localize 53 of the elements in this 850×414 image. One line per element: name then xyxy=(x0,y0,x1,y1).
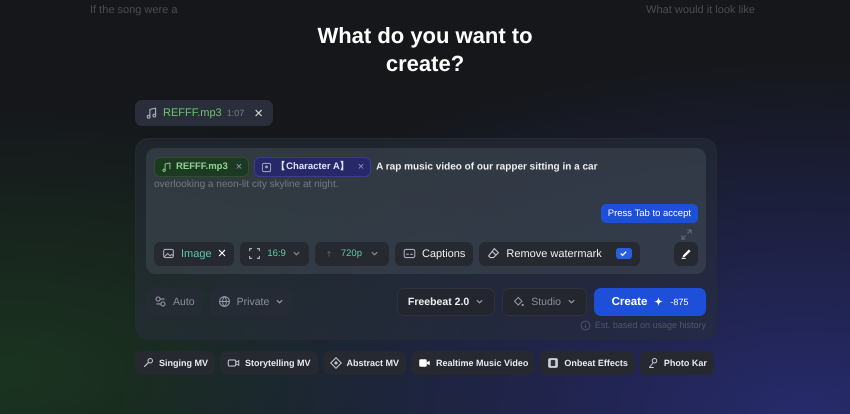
option-button[interactable]: Image × xyxy=(154,242,234,266)
template-chip[interactable]: Storytelling MV xyxy=(220,350,318,375)
globe-icon xyxy=(218,295,231,308)
create-button[interactable]: Create -875 xyxy=(594,288,706,316)
diamond-icon xyxy=(513,296,526,308)
chevron-down-icon xyxy=(275,297,284,306)
option-button[interactable]: 16:9 xyxy=(240,242,309,266)
remove-button[interactable]: × xyxy=(249,106,263,120)
captions-icon xyxy=(402,247,416,260)
edit-button[interactable] xyxy=(674,242,698,266)
portrait-icon xyxy=(261,162,272,172)
template-chip[interactable]: Photo Kar xyxy=(640,350,714,375)
template-chip[interactable]: Abstract MV xyxy=(322,350,406,375)
checkbox[interactable] xyxy=(616,248,632,260)
pen-icon xyxy=(680,247,692,260)
template-chip[interactable]: Singing MV xyxy=(135,350,215,375)
setting-button[interactable]: Private xyxy=(210,288,292,316)
option-button[interactable]: Remove watermark xyxy=(479,242,640,266)
film-icon xyxy=(547,356,560,369)
chevron-down-icon xyxy=(475,297,484,306)
option-button[interactable]: Captions xyxy=(394,242,474,266)
music-note-icon xyxy=(145,106,158,120)
chevron-down-icon xyxy=(370,249,379,258)
dropdown-button[interactable]: Freebeat 2.0 xyxy=(396,288,496,316)
template-chip[interactable]: Realtime Music Video xyxy=(411,350,536,375)
dropdown-button[interactable]: Studio xyxy=(502,288,587,316)
sliders-icon xyxy=(154,295,167,308)
tag-remove-button[interactable]: × xyxy=(354,162,364,172)
prompt-tag: REFFF.mp3 × xyxy=(154,157,250,177)
video-camera-icon xyxy=(227,356,240,369)
file-duration: 1:07 xyxy=(226,108,244,118)
option-button[interactable]: 720p xyxy=(314,242,389,266)
eraser-icon xyxy=(487,247,500,260)
chevron-down-icon xyxy=(567,297,576,306)
tag-remove-button[interactable]: × xyxy=(232,162,242,172)
image-icon xyxy=(162,247,175,260)
prompt-tag: 【Character A】 × xyxy=(254,157,372,177)
check-icon xyxy=(619,249,628,258)
template-chip[interactable]: Onbeat Effects xyxy=(540,350,635,375)
setting-button[interactable]: Auto xyxy=(146,288,203,316)
suggestion-text: overlooking a neon-lit city skyline at night. xyxy=(154,178,339,190)
sparkle-icon xyxy=(653,296,664,308)
info-icon xyxy=(580,320,591,331)
video-camera-icon xyxy=(418,356,432,369)
prompt-text: A rap music video of our rapper sitting in a car xyxy=(376,162,598,173)
page-title: What do you want to create? xyxy=(316,22,534,78)
arrow-up-icon xyxy=(324,248,333,259)
chevron-down-icon xyxy=(292,249,301,258)
diamond-icon xyxy=(330,356,342,369)
tab-hint-badge: Press Tab to accept xyxy=(600,204,698,223)
music-note-icon xyxy=(161,162,172,172)
file-name: REFFF.mp3 xyxy=(163,107,222,119)
frame-corners-icon xyxy=(248,247,262,260)
